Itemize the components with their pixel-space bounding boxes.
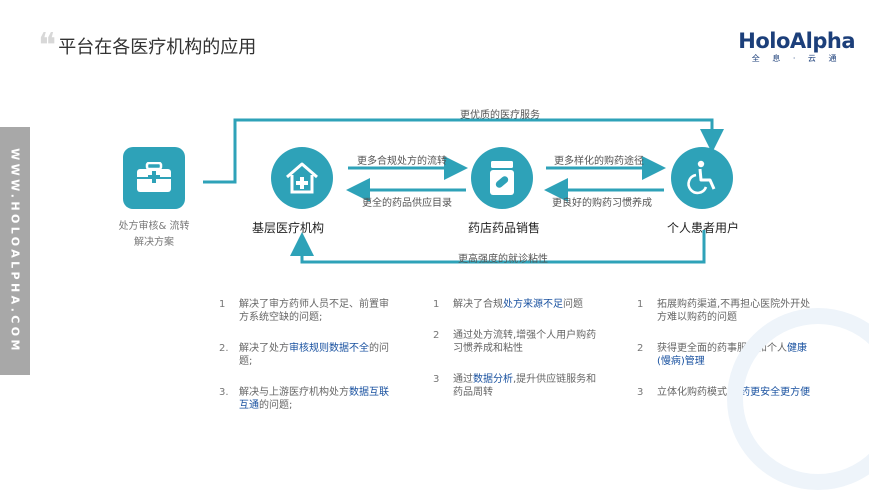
item-text: 通过处方流转,增强个人用户购药习惯养成和粘性: [453, 329, 598, 355]
item-text-post: 问题: [563, 299, 583, 310]
item-text: 解决了合规处方来源不足问题: [453, 298, 583, 311]
top-flow-label: 更优质的医疗服务: [460, 110, 540, 121]
solution-label: 处方审核& 流转 解决方案: [108, 219, 200, 251]
item-text-post: 的问题;: [259, 400, 293, 411]
patient-node: [671, 147, 733, 209]
clinic-node: [271, 147, 333, 209]
arrow-3-2-label: 更良好的购药习惯养成: [552, 198, 652, 209]
item-highlight: 审核规则数据不全: [289, 343, 369, 354]
wheelchair-icon: [687, 160, 716, 195]
item-number: 3: [433, 374, 440, 385]
pharmacy-node: [471, 147, 533, 209]
item-number: 3.: [219, 387, 229, 398]
item-number: 3: [637, 387, 644, 398]
benefits-column-clinic: 1 解决了审方药师人员不足、前置审方系统空缺的问题; 2. 解决了处方审核规则数…: [219, 298, 394, 412]
list-item: 2 通过处方流转,增强个人用户购药习惯养成和粘性: [433, 329, 598, 355]
item-text-pre: 解决了合规: [453, 299, 503, 310]
item-text-pre: 解决了审方药师人员不足: [239, 299, 349, 310]
list-item: 1 解决了合规处方来源不足问题: [433, 298, 598, 311]
list-item: 1 解决了审方药师人员不足、前置审方系统空缺的问题;: [219, 298, 394, 324]
solution-label-line2: 解决方案: [134, 237, 174, 248]
pharmacy-label: 药店药品销售: [468, 221, 541, 235]
item-number: 1: [433, 299, 440, 310]
arrow-1-2-label: 更多合规处方的流转: [357, 156, 447, 167]
home-cross-icon: [286, 162, 318, 194]
item-number: 2: [637, 343, 644, 354]
list-item: 3. 解决与上游医疗机构处方数据互联互通的问题;: [219, 386, 394, 412]
medkit-icon: [137, 162, 171, 192]
item-highlight: 数据分析: [473, 374, 513, 385]
patient-label: 个人患者用户: [667, 221, 740, 235]
item-number: 2.: [219, 343, 229, 354]
item-text-pre: 立体化购药模式,: [657, 387, 731, 398]
item-text-pre: 解决与上游医疗机构处方: [239, 387, 349, 398]
clinic-label: 基层医疗机构: [252, 221, 325, 235]
benefits-column-pharmacy: 1 解决了合规处方来源不足问题 2 通过处方流转,增强个人用户购药习惯养成和粘性…: [433, 298, 598, 399]
item-text-pre: 解决了处方: [239, 343, 289, 354]
solution-label-line1: 处方审核& 流转: [118, 221, 190, 232]
arrow-2-3-label: 更多样化的购药途径: [554, 156, 644, 167]
item-text-pre: 通过: [453, 374, 473, 385]
solution-node: [123, 147, 185, 209]
item-highlight: 处方来源不足: [503, 299, 563, 310]
item-number: 1: [637, 299, 644, 310]
list-item: 2. 解决了处方审核规则数据不全的问题;: [219, 342, 394, 368]
arrow-2-1-label: 更全的药品供应目录: [362, 198, 452, 209]
item-text: 通过数据分析,提升供应链服务和药品周转: [453, 373, 598, 399]
item-text: 解决了审方药师人员不足、前置审方系统空缺的问题;: [239, 298, 394, 324]
pill-bottle-icon: [490, 161, 514, 195]
item-text-pre: 通过处方流转,增强个人用户购药习惯养成和粘性: [453, 330, 597, 354]
bottom-flow-label: 更高强度的就诊粘性: [458, 254, 548, 265]
item-number: 1: [219, 299, 226, 310]
list-item: 3 通过数据分析,提升供应链服务和药品周转: [433, 373, 598, 399]
item-text: 解决了处方审核规则数据不全的问题;: [239, 342, 394, 368]
item-text: 解决与上游医疗机构处方数据互联互通的问题;: [239, 386, 394, 412]
item-number: 2: [433, 330, 440, 341]
